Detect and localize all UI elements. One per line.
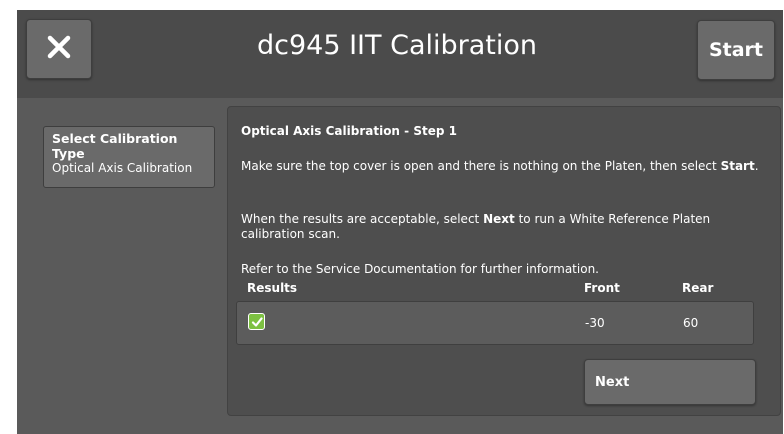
close-icon	[46, 34, 72, 64]
page-title: dc945 IIT Calibration	[256, 30, 537, 61]
step-title: Optical Axis Calibration - Step 1	[241, 124, 457, 138]
results-row[interactable]: -30 60	[236, 301, 754, 345]
rear-column-header: Rear	[682, 281, 714, 295]
instruction-text-1-bold: Start	[720, 159, 755, 173]
check-icon	[251, 316, 263, 327]
calibration-type-value: Optical Axis Calibration	[52, 161, 193, 175]
instruction-text-2: When the results are acceptable, select …	[241, 212, 761, 242]
instruction-text-1-end: .	[754, 159, 759, 173]
instruction-text-3: Refer to the Service Documentation for f…	[241, 262, 599, 276]
close-button[interactable]	[26, 19, 92, 79]
instruction-text-1-part: Make sure the top cover is open and ther…	[241, 159, 717, 173]
instruction-panel: Optical Axis Calibration - Step 1 Make s…	[227, 106, 781, 416]
instruction-text-2-part: When the results are acceptable, select	[241, 212, 480, 226]
next-button[interactable]: Next	[584, 359, 756, 405]
front-value: -30	[585, 316, 605, 330]
instruction-text-2-bold: Next	[483, 212, 515, 226]
results-header: Results Front Rear	[236, 279, 754, 299]
header-bar: dc945 IIT Calibration Start	[17, 10, 783, 98]
calibration-screen: dc945 IIT Calibration Start Select Calib…	[17, 10, 783, 434]
results-column-header: Results	[247, 281, 298, 295]
sidebar-item-calibration-type[interactable]: Select Calibration Type Optical Axis Cal…	[43, 126, 215, 188]
rear-value: 60	[683, 316, 699, 330]
result-checkbox[interactable]	[248, 313, 265, 330]
instruction-text-1: Make sure the top cover is open and ther…	[241, 159, 761, 174]
front-column-header: Front	[584, 281, 620, 295]
calibration-type-label: Select Calibration Type	[52, 131, 178, 161]
start-button[interactable]: Start	[697, 20, 775, 80]
